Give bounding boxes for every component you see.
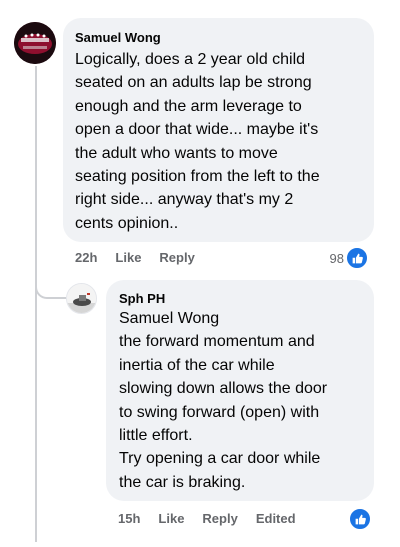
comment-actions: 22h Like Reply	[75, 250, 213, 265]
avatar-sph-ph[interactable]	[66, 283, 97, 314]
like-icon	[349, 508, 371, 530]
like-button[interactable]: Like	[115, 250, 141, 265]
reply-button[interactable]: Reply	[202, 511, 237, 526]
comment-actions: 15h Like Reply Edited	[118, 511, 314, 526]
reply-connector-line	[35, 280, 66, 299]
avatar-image	[67, 284, 96, 313]
like-icon	[346, 247, 368, 269]
comment-thread: Samuel Wong Logically, does a 2 year old…	[0, 0, 400, 547]
thread-line	[35, 66, 37, 542]
reaction-summary[interactable]	[347, 508, 371, 530]
comment-timestamp[interactable]: 22h	[75, 250, 97, 265]
reaction-count: 98	[329, 250, 344, 266]
comment-timestamp[interactable]: 15h	[118, 511, 140, 526]
avatar-image	[14, 22, 56, 64]
reply-bubble: Sph PH Samuel Wong the forward momentum …	[106, 280, 374, 501]
avatar-samuel-wong[interactable]	[14, 22, 56, 64]
comment-text: Samuel Wong the forward momentum and ine…	[119, 310, 328, 491]
comment-bubble: Samuel Wong Logically, does a 2 year old…	[63, 18, 374, 242]
edited-label[interactable]: Edited	[256, 511, 296, 526]
comment-author[interactable]: Samuel Wong	[75, 29, 362, 46]
like-button[interactable]: Like	[158, 511, 184, 526]
comment-text: Logically, does a 2 year old child seate…	[75, 51, 320, 232]
reply-button[interactable]: Reply	[159, 250, 194, 265]
comment-author[interactable]: Sph PH	[119, 290, 361, 307]
reaction-summary[interactable]: 98	[330, 247, 368, 269]
